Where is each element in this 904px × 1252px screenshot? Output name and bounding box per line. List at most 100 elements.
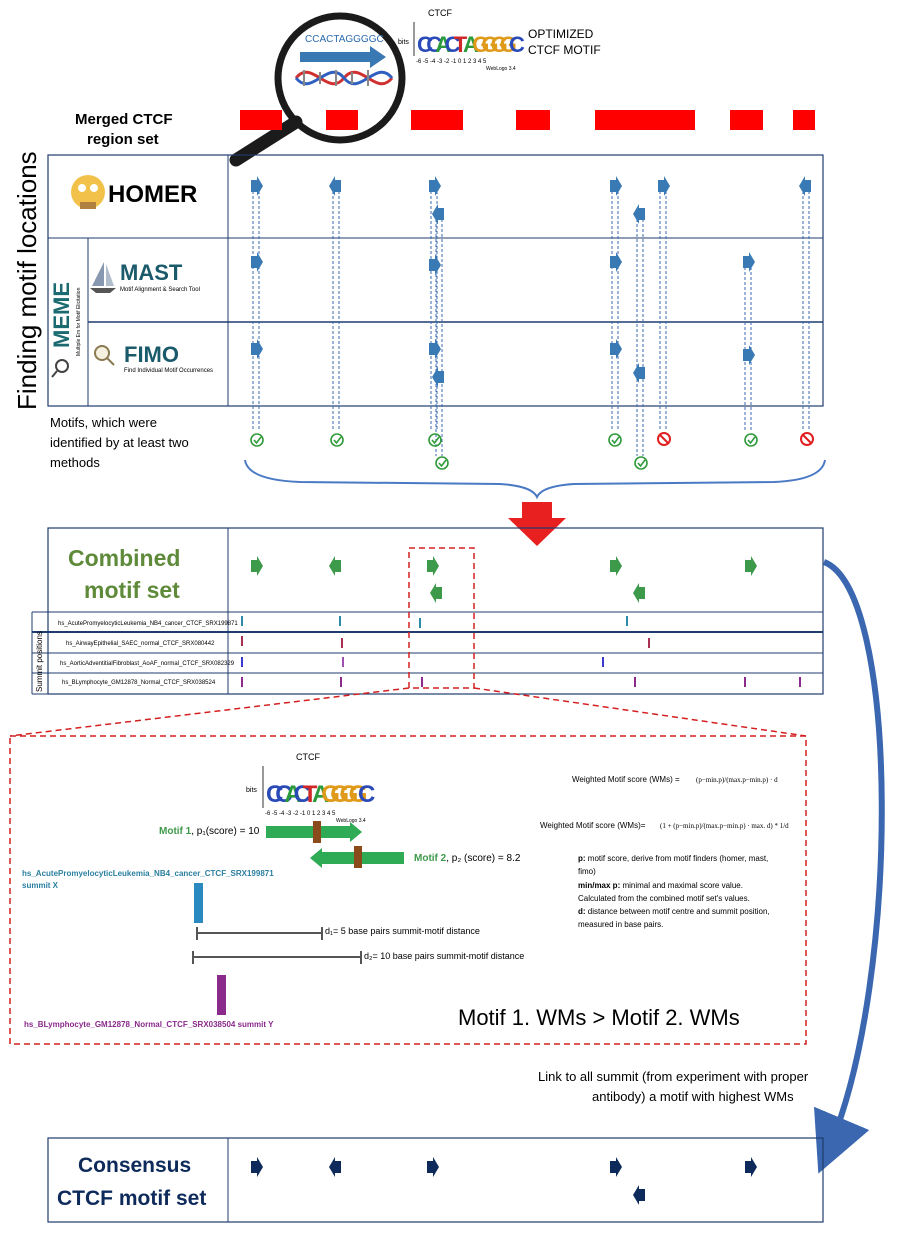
svg-text:-6 -5 -4 -3 -2 -1 0 1 2 3: -6 -5 -4 -3 -2 -1 0 1 2 3 4 5 <box>265 811 336 817</box>
motifs-note-1: Motifs, which were <box>50 415 157 430</box>
region-block <box>516 110 550 130</box>
motif-arrow <box>251 556 263 576</box>
side-title: Finding motif locations <box>12 151 42 410</box>
merged-region-set <box>240 110 815 130</box>
homer-label: HOMER <box>108 181 197 208</box>
curly-brace <box>244 459 826 500</box>
check-icon <box>608 433 622 447</box>
prohibited-icon <box>657 432 671 446</box>
motifs-note-2: identified by at least two <box>50 435 189 450</box>
svg-text:WebLogo 3.4: WebLogo 3.4 <box>486 66 516 72</box>
motif-connector-lines <box>252 186 810 456</box>
summit-x-label-1: hs_AcutePromyelocyticLeukemia_NB4_cancer… <box>22 869 274 878</box>
motif-arrow <box>745 1157 757 1177</box>
formula2-label: Weighted Motif score (WMs)= <box>540 821 646 830</box>
fimo-label: FIMO <box>124 342 179 367</box>
summit-positions-label: Summit positions <box>35 631 44 692</box>
link-note-2: antibody) a motif with highest WMs <box>592 1089 794 1104</box>
svg-text:measured in base pairs.: measured in base pairs. <box>578 920 663 929</box>
check-icon <box>744 433 758 447</box>
down-arrow-icon <box>508 502 566 546</box>
svg-text:fimo): fimo) <box>578 867 596 876</box>
zoom-selection-box <box>408 547 475 689</box>
magnifier-sequence: CCACTAGGGGC <box>305 34 384 45</box>
region-block <box>793 110 815 130</box>
formula1-expr: (p−min.p)/(max.p−min.p) · d <box>696 776 778 784</box>
region-block <box>326 110 358 130</box>
motif2-center <box>354 846 362 868</box>
region-block <box>730 110 763 130</box>
svg-text:Multiple Em for Motif Elicitat: Multiple Em for Motif Elicitation <box>76 287 82 356</box>
check-icon <box>634 456 648 470</box>
svg-text:MEME: MEME <box>49 282 74 348</box>
motif-arrow <box>430 583 442 603</box>
d1-label: d₁= 5 base pairs summit-motif distance <box>325 926 480 936</box>
svg-text:CTCF: CTCF <box>296 752 320 762</box>
sequence-logo-zoom: CTCF bits CCACTAGGGGC -6 -5 -4 -3 -2 -1 … <box>246 752 375 824</box>
svg-text:d: distance between motif cent: d: distance between motif centre and sum… <box>578 907 770 916</box>
svg-text:bits: bits <box>246 787 257 794</box>
motif1-label: Motif 1, p₁(score) = 10 <box>159 826 260 837</box>
motif-arrow <box>427 1157 439 1177</box>
combined-motif-arrows <box>251 556 757 603</box>
motif-arrow <box>329 556 341 576</box>
d2-label: d₂= 10 base pairs summit-motif distance <box>364 951 524 961</box>
region-block <box>411 110 463 130</box>
motif-arrow <box>633 1185 645 1205</box>
combined-title-2: motif set <box>84 577 180 603</box>
summit-y-bar <box>217 975 226 1015</box>
region-block <box>240 110 282 130</box>
svg-text:min/max p: minimal and maximal: min/max p: minimal and maximal score val… <box>578 881 743 890</box>
link-arrow <box>813 559 885 1174</box>
check-icon <box>428 433 442 447</box>
mast-subtitle: Motif Alignment & Search Tool <box>120 287 200 293</box>
check-icons <box>250 433 758 470</box>
motif-arrow <box>633 583 645 603</box>
motifs-note-3: methods <box>50 455 100 470</box>
motif-arrow <box>745 556 757 576</box>
consensus-motif-arrows <box>251 1157 757 1205</box>
sample-label: hs_AorticAdventitialFibroblast_AoAF_norm… <box>60 661 235 667</box>
svg-text:CTCF: CTCF <box>428 8 452 18</box>
fimo-magnifier-icon <box>94 345 115 366</box>
sample-label: hs_AcutePromyelocyticLeukemia_NB4_cancer… <box>58 621 238 627</box>
svg-text:-6 -5 -4 -3 -2 -1 0 1 2 3: -6 -5 -4 -3 -2 -1 0 1 2 3 4 5 <box>416 59 487 65</box>
mast-label: MAST <box>120 260 183 285</box>
merged-region-label-1: Merged CTCF <box>75 111 173 128</box>
motif-arrow <box>329 1157 341 1177</box>
fimo-subtitle: Find Individual Motif Occurrences <box>124 368 213 374</box>
sailboat-icon <box>90 262 116 293</box>
motif1-center <box>313 821 321 843</box>
formula-legend: p: motif score, derive from motif finder… <box>578 854 770 929</box>
combined-title-1: Combined <box>68 545 180 571</box>
check-icon <box>250 433 264 447</box>
prohibited-icon <box>800 432 814 446</box>
summit-x-label-2: summit X <box>22 881 59 890</box>
svg-text:p: motif score, derive from mo: p: motif score, derive from motif finder… <box>578 854 768 863</box>
motif-pipeline-diagram: CCACTAGGGGC CTCF bits CCACTAGGGGC -6 -5 … <box>9 8 885 1223</box>
prohibited-icons <box>657 432 814 446</box>
sample-label: hs_BLymphocyte_GM12878_Normal_CTCF_SRX03… <box>62 680 216 686</box>
link-note-1: Link to all summit (from experiment with… <box>538 1069 809 1084</box>
homer-icon <box>71 175 105 209</box>
region-block <box>595 110 695 130</box>
check-icon <box>435 456 449 470</box>
motif2-label: Motif 2, p₂ (score) = 8.2 <box>414 853 521 864</box>
consensus-title-2: CTCF motif set <box>57 1187 206 1210</box>
svg-text:bits: bits <box>398 39 409 46</box>
formula1-label: Weighted Motif score (WMs) = <box>572 775 680 784</box>
distance-d1 <box>196 927 323 940</box>
summit-y-label: hs_BLymphocyte_GM12878_Normal_CTCF_SRX03… <box>24 1020 274 1029</box>
formula2-expr: (1 + (p−min.p)/(max.p−min.p) · max. d) *… <box>660 822 789 830</box>
logo-letter: C <box>358 781 375 808</box>
distance-d2 <box>192 951 362 964</box>
meme-brand: MEME Multiple Em for Motif Elicitation <box>49 282 82 378</box>
zoom-guide-left <box>9 687 410 737</box>
method-motif-arrows <box>251 176 811 387</box>
logo-letter: C <box>509 32 525 57</box>
sample-label: hs_AirwayEpithelial_SAEC_normal_CTCF_SRX… <box>66 641 215 647</box>
motif-arrow <box>610 556 622 576</box>
sequence-logo-top: CTCF bits CCACTAGGGGC -6 -5 -4 -3 -2 -1 … <box>398 8 525 72</box>
optimized-label-1: OPTIMIZED <box>528 27 594 41</box>
zoom-guide-right <box>473 687 807 737</box>
